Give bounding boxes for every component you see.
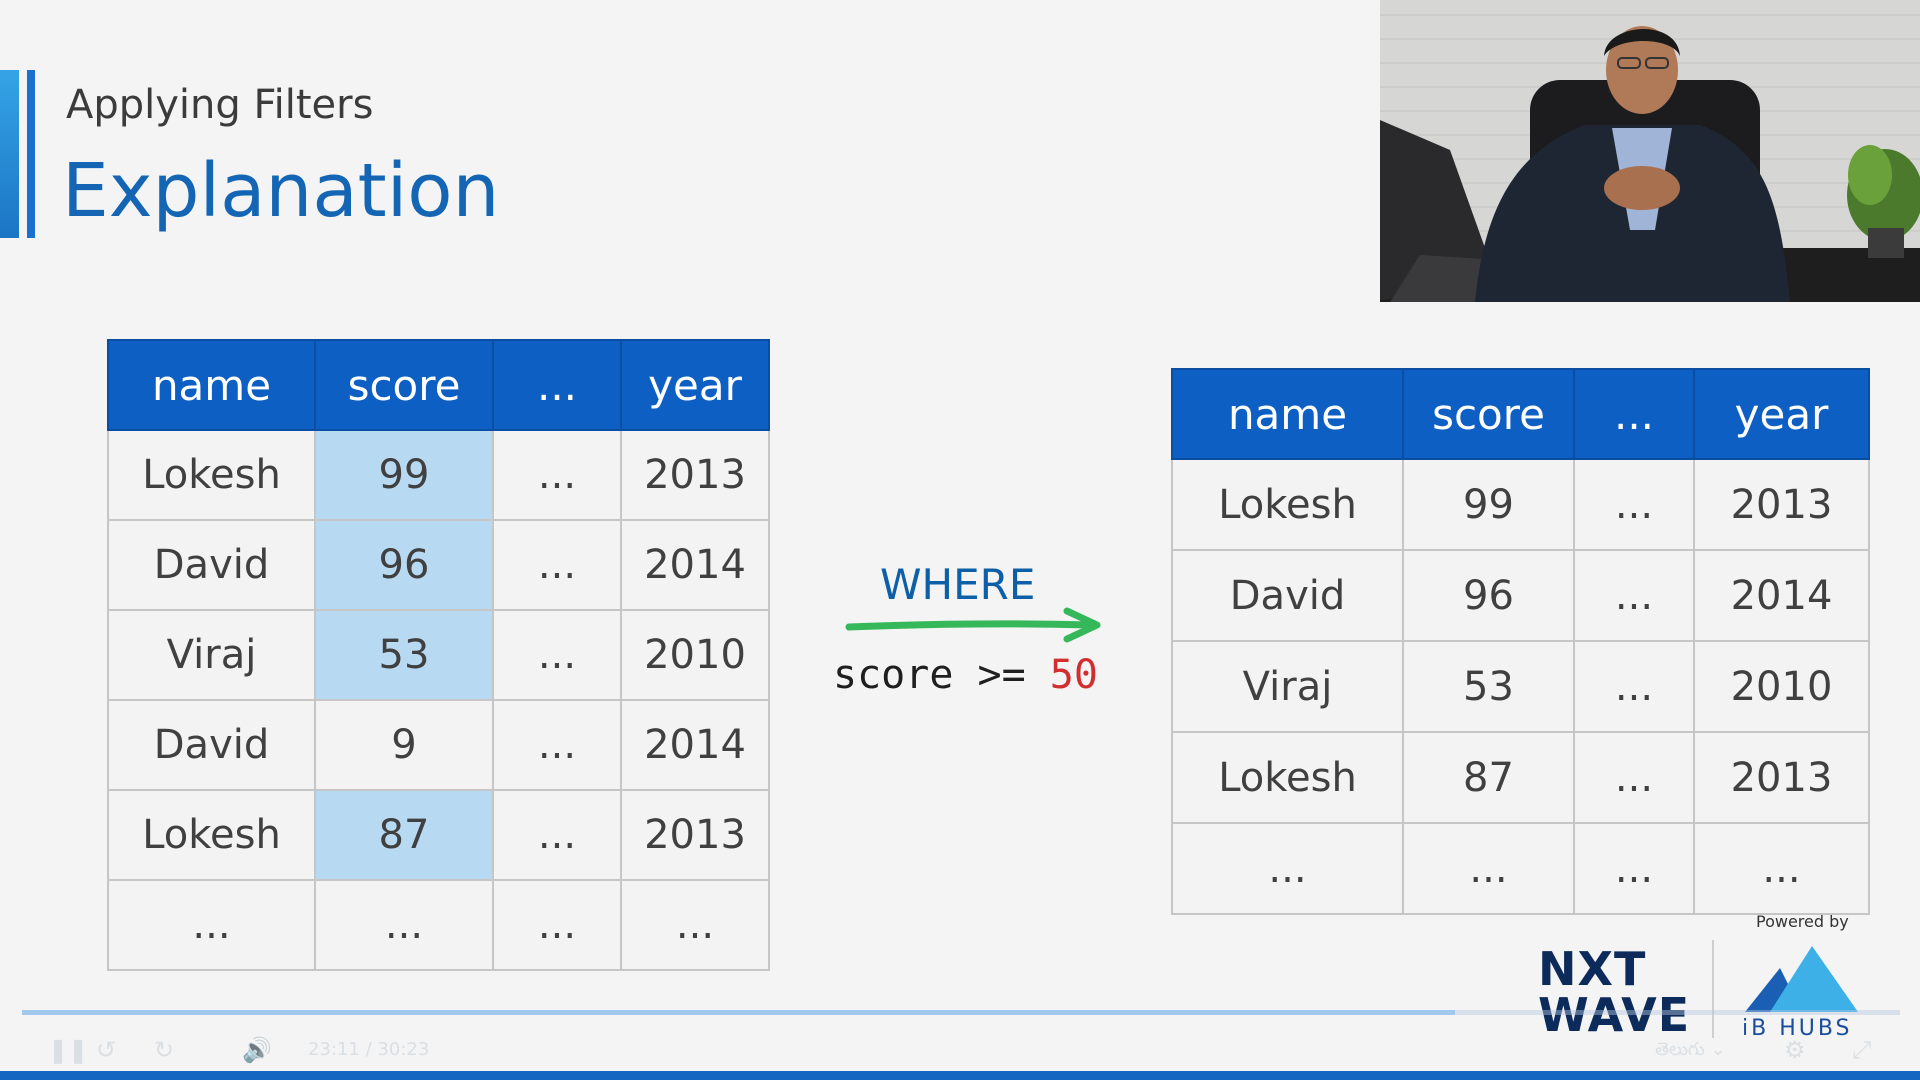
cell-ellipsis: ... — [492, 609, 622, 701]
cell-ellipsis: ... — [1573, 458, 1695, 551]
cell-name: David — [1171, 549, 1404, 642]
time-separator: / — [365, 1039, 372, 1060]
rewind-icon[interactable]: ↺ — [96, 1030, 116, 1070]
cell-year: 2010 — [620, 609, 770, 701]
column-header-year: year — [1693, 368, 1870, 460]
cell-ellipsis: ... — [492, 789, 622, 881]
result-table: name score ... year Lokesh 99 ... 2013 D… — [1171, 368, 1870, 915]
presenter-webcam — [1380, 0, 1920, 302]
cell-name: Lokesh — [107, 429, 316, 521]
filter-condition: score >= 50 — [833, 652, 1098, 698]
cell-name: Viraj — [1171, 640, 1404, 733]
cell-ellipsis: ... — [1573, 549, 1695, 642]
cell-score-highlighted: 99 — [314, 429, 494, 521]
cell-ellipsis: ... — [492, 429, 622, 521]
chevron-down-icon: ⌄ — [1710, 1039, 1726, 1060]
cell-score-highlighted: 87 — [314, 789, 494, 881]
cell-ellipsis: ... — [1573, 731, 1695, 824]
table-row: David 96 ... 2014 — [1171, 549, 1870, 642]
column-header-ellipsis: ... — [492, 339, 622, 431]
ibhubs-logo-icon — [1745, 946, 1858, 1012]
cell-year: 2010 — [1693, 640, 1870, 733]
video-progress-fill — [22, 1010, 1455, 1015]
cell-name: Lokesh — [1171, 458, 1404, 551]
cell-name: David — [107, 519, 316, 611]
column-header-ellipsis: ... — [1573, 368, 1695, 460]
cell-score: 96 — [1402, 549, 1575, 642]
cell-year: 2014 — [1693, 549, 1870, 642]
cell-score: 53 — [1402, 640, 1575, 733]
slide-subtitle: Applying Filters — [66, 82, 374, 128]
table-row: ... ... ... ... — [1171, 822, 1870, 915]
title-accent-bar — [0, 70, 19, 238]
volume-icon[interactable]: 🔊 — [242, 1030, 272, 1070]
language-label: తెలుగు — [1655, 1039, 1705, 1060]
nxtwave-logo: NXT WAVE — [1538, 946, 1690, 1038]
cell-ellipsis: ... — [492, 519, 622, 611]
cell-score: 9 — [314, 699, 494, 791]
slide-title: Explanation — [62, 148, 500, 234]
pause-icon[interactable]: ❚❚ — [48, 1030, 88, 1070]
nxtwave-logo-line1: NXT — [1538, 942, 1647, 996]
table-row: Viraj 53 ... 2010 — [1171, 640, 1870, 733]
video-bottom-bar — [0, 1071, 1920, 1080]
presenter-image — [1380, 0, 1920, 302]
table-header-row: name score ... year — [1171, 368, 1870, 460]
time-display: 23:11 / 30:23 — [308, 1030, 429, 1070]
cell-score: 87 — [1402, 731, 1575, 824]
cell-score: 99 — [1402, 458, 1575, 551]
fullscreen-icon[interactable]: ⤢ — [1852, 1030, 1871, 1070]
column-header-year: year — [620, 339, 770, 431]
cell-ellipsis: ... — [1573, 640, 1695, 733]
forward-icon[interactable]: ↻ — [154, 1030, 174, 1070]
table-row: ... ... ... ... — [107, 879, 770, 971]
cell-ellipsis: ... — [492, 699, 622, 791]
cell-score: ... — [314, 879, 494, 971]
cell-year: 2013 — [1693, 731, 1870, 824]
arrow-right-icon — [845, 607, 1101, 643]
cell-year: 2013 — [620, 789, 770, 881]
current-time: 23:11 — [308, 1039, 360, 1060]
table-row: Lokesh 99 ... 2013 — [107, 429, 770, 521]
video-controls: ❚❚ ↺ ↻ 🔊 23:11 / 30:23 తెలుగు ⌄ ⚙ ⤢ — [0, 1030, 1920, 1072]
table-row: Lokesh 87 ... 2013 — [1171, 731, 1870, 824]
cell-name: ... — [107, 879, 316, 971]
table-row: Viraj 53 ... 2010 — [107, 609, 770, 701]
cell-year: 2013 — [1693, 458, 1870, 551]
where-keyword: WHERE — [880, 560, 1036, 609]
source-table: name score ... year Lokesh 99 ... 2013 D… — [107, 339, 770, 971]
cell-score-highlighted: 96 — [314, 519, 494, 611]
cell-ellipsis: ... — [1573, 822, 1695, 915]
duration: 30:23 — [377, 1039, 430, 1060]
column-header-score: score — [314, 339, 494, 431]
column-header-name: name — [1171, 368, 1404, 460]
cell-name: Viraj — [107, 609, 316, 701]
column-header-name: name — [107, 339, 316, 431]
title-accent-bar-thin — [27, 70, 35, 238]
cell-score: ... — [1402, 822, 1575, 915]
powered-by-label: Powered by — [1756, 912, 1849, 931]
condition-expression: score >= — [833, 652, 1050, 698]
language-selector[interactable]: తెలుగు ⌄ — [1655, 1030, 1726, 1070]
brand-divider — [1712, 940, 1714, 1038]
cell-name: ... — [1171, 822, 1404, 915]
condition-value: 50 — [1049, 652, 1098, 698]
cell-year: 2014 — [620, 519, 770, 611]
table-header-row: name score ... year — [107, 339, 770, 431]
cell-score-highlighted: 53 — [314, 609, 494, 701]
table-row: David 9 ... 2014 — [107, 699, 770, 791]
settings-icon[interactable]: ⚙ — [1784, 1030, 1806, 1070]
cell-name: David — [107, 699, 316, 791]
cell-year: ... — [620, 879, 770, 971]
cell-year: 2014 — [620, 699, 770, 791]
table-row: Lokesh 99 ... 2013 — [1171, 458, 1870, 551]
cell-year: ... — [1693, 822, 1870, 915]
cell-name: Lokesh — [1171, 731, 1404, 824]
table-row: David 96 ... 2014 — [107, 519, 770, 611]
cell-year: 2013 — [620, 429, 770, 521]
cell-name: Lokesh — [107, 789, 316, 881]
column-header-score: score — [1402, 368, 1575, 460]
table-row: Lokesh 87 ... 2013 — [107, 789, 770, 881]
cell-ellipsis: ... — [492, 879, 622, 971]
